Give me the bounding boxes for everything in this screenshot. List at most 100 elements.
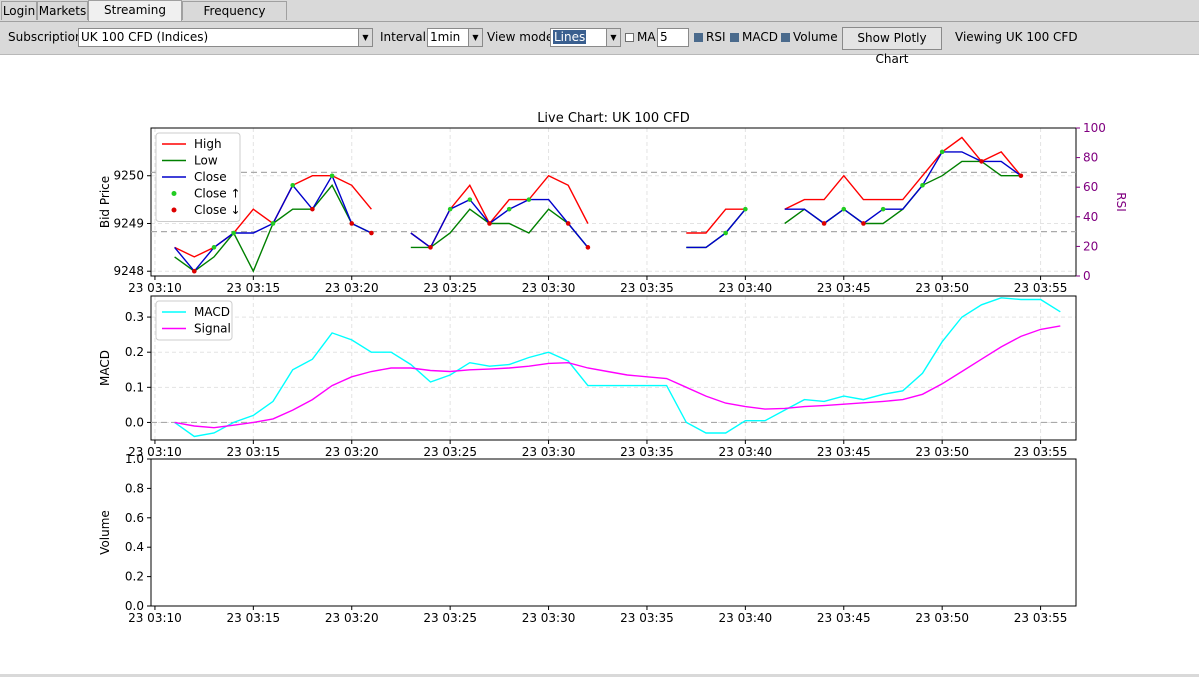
y-axis-label: Volume	[98, 510, 112, 555]
volume-label: Volume	[793, 30, 838, 44]
close-up-marker	[329, 173, 335, 179]
chevron-down-icon[interactable]: ▼	[468, 29, 482, 46]
y-tick-label: 0.8	[125, 481, 144, 495]
high-series-line	[784, 136, 1022, 210]
rsi-tick-label: 0	[1083, 269, 1091, 283]
interval-select[interactable]: 1min ▼	[427, 28, 483, 47]
rsi-checkbox[interactable]	[694, 33, 703, 42]
rsi-tick-label: 20	[1083, 239, 1098, 253]
y-tick-label: 0.2	[125, 345, 144, 359]
y-tick-label: 0.0	[125, 599, 144, 613]
x-tick-label: 23 03:20	[325, 281, 379, 295]
viewing-status: Viewing UK 100 CFD	[955, 30, 1078, 44]
x-tick-label: 23 03:45	[817, 611, 871, 625]
view-mode-select[interactable]: Lines ▼	[550, 28, 621, 47]
low-series-line	[686, 208, 746, 249]
plot-frame	[150, 295, 1077, 441]
plot-frame	[150, 127, 1077, 277]
close-up-marker	[939, 149, 945, 155]
y-tick-label: 0.0	[125, 415, 144, 429]
close-up-marker	[467, 197, 473, 202]
close-down-marker	[310, 206, 315, 212]
macd-checkbox[interactable]	[730, 33, 739, 42]
x-tick-label: 23 03:55	[1014, 611, 1068, 625]
x-tick-label: 23 03:20	[325, 445, 379, 459]
y-axis-label: Bid Price	[98, 176, 112, 228]
tab-markets[interactable]: Markets	[37, 1, 88, 20]
tab-login[interactable]: Login	[1, 1, 37, 20]
close-up-marker	[743, 206, 748, 212]
rsi-tick-label: 40	[1083, 210, 1098, 224]
y-tick-label: 0.2	[125, 570, 144, 584]
y-axis-label: MACD	[98, 350, 112, 386]
close-up-marker	[211, 245, 217, 250]
volume-checkbox[interactable]	[781, 33, 790, 42]
x-tick-label: 23 03:40	[719, 281, 773, 295]
volume-panel: 23 03:10 23 03:15 23 03:20 23 03:25 23 03:30…	[98, 452, 1077, 625]
close-up-marker	[920, 182, 925, 188]
legend-swatch-marker	[171, 191, 177, 196]
subscription-select[interactable]: UK 100 CFD (Indices) ▼	[78, 28, 373, 47]
y-tick-label: 0.3	[125, 310, 144, 324]
x-tick-label: 23 03:35	[620, 281, 674, 295]
ma-label: MA	[637, 30, 656, 44]
close-up-marker	[270, 221, 276, 226]
close-up-marker	[841, 206, 847, 212]
x-tick-label: 23 03:25	[423, 281, 477, 295]
x-tick-label: 23 03:25	[423, 611, 477, 625]
close-down-marker	[369, 230, 374, 236]
y-tick-label: 0.4	[125, 540, 144, 554]
close-up-marker	[447, 206, 453, 212]
chevron-down-icon[interactable]: ▼	[606, 29, 620, 46]
legend-entry-label: Low	[194, 154, 218, 168]
close-down-marker	[487, 221, 492, 226]
x-tick-label: 23 03:30	[522, 611, 576, 625]
x-tick-label: 23 03:50	[915, 281, 969, 295]
y-tick-label: 9248	[113, 264, 144, 278]
legend-entry-label: Close ↑	[194, 187, 241, 201]
x-tick-label: 23 03:15	[227, 611, 281, 625]
tab-streaming-chart[interactable]: Streaming Chart	[88, 0, 182, 35]
legend-entry-label: Close	[194, 170, 227, 184]
x-tick-label: 23 03:40	[719, 445, 773, 459]
x-tick-label: 23 03:10	[128, 611, 182, 625]
x-tick-label: 23 03:45	[817, 445, 871, 459]
legend-entry-label: MACD	[194, 305, 230, 319]
chevron-down-icon[interactable]: ▼	[358, 29, 372, 46]
x-tick-label: 23 03:50	[915, 445, 969, 459]
close-up-marker	[290, 182, 296, 188]
x-tick-label: 23 03:40	[719, 611, 773, 625]
close-up-marker	[506, 206, 512, 212]
close-down-marker	[565, 221, 571, 226]
x-tick-label: 23 03:15	[227, 445, 281, 459]
x-tick-label: 23 03:10	[128, 281, 182, 295]
y-tick-label: 0.1	[125, 380, 144, 394]
x-tick-label: 23 03:50	[915, 611, 969, 625]
close-down-marker	[821, 221, 827, 226]
x-tick-label: 23 03:25	[423, 445, 477, 459]
close-up-marker	[880, 206, 886, 212]
close-series-line	[686, 208, 746, 249]
close-down-marker	[861, 221, 866, 226]
tab-frequency-science[interactable]: Frequency Science	[182, 1, 287, 36]
chart-title: Live Chart: UK 100 CFD	[537, 111, 690, 126]
chart-toolbar: Subscription: UK 100 CFD (Indices) ▼ Int…	[0, 22, 1199, 66]
close-down-marker	[428, 245, 433, 250]
y-tick-label: 9249	[113, 216, 144, 230]
close-down-marker	[349, 221, 355, 226]
live-chart-figure: Live Chart: UK 100 CFD 23 03:10 23 03:15 23…	[98, 111, 1128, 625]
legend-swatch-marker	[171, 207, 177, 213]
close-up-marker	[723, 230, 728, 236]
ma-checkbox[interactable]	[625, 33, 634, 42]
ma-period-input[interactable]: 5	[657, 28, 689, 47]
rsi-label: RSI	[706, 30, 726, 44]
subscription-label: Subscription:	[8, 30, 87, 44]
view-mode-value: Lines	[553, 30, 587, 44]
x-tick-label: 23 03:45	[817, 281, 871, 295]
high-series-line	[686, 208, 746, 234]
rsi-tick-label: 100	[1083, 121, 1106, 135]
macd-panel: 23 03:10 23 03:15 23 03:20 23 03:25 23 03:30…	[98, 295, 1077, 459]
close-down-marker	[585, 245, 591, 250]
price-panel: Live Chart: UK 100 CFD 23 03:10 23 03:15 23…	[98, 111, 1128, 295]
show-plotly-chart-button[interactable]: Show Plotly Chart	[842, 27, 942, 66]
